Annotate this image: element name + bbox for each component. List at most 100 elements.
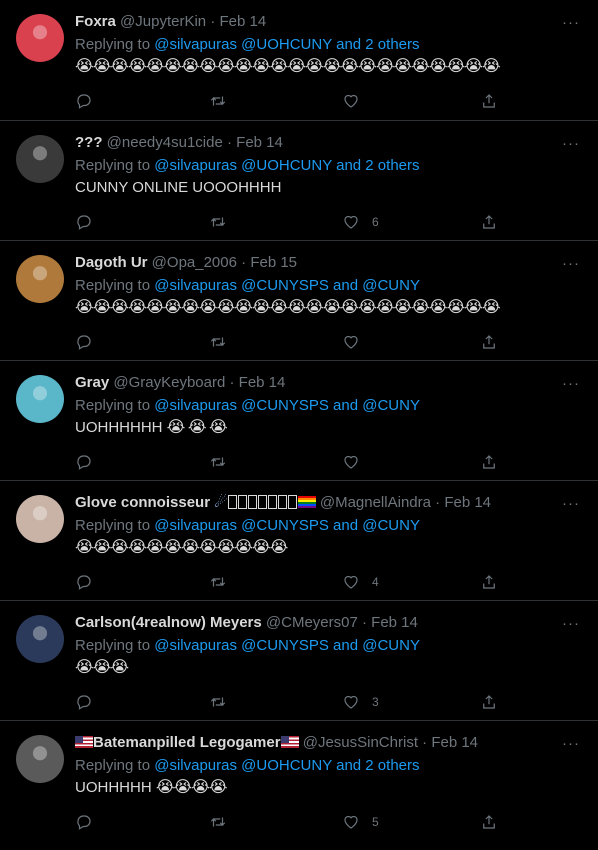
retweet-button[interactable] [209,332,239,352]
like-button[interactable]: 3 [342,692,379,712]
tweet[interactable]: Dagoth Ur @Opa_2006 · Feb 15 Replying to … [0,240,598,360]
tweet-date[interactable]: Feb 14 [236,134,283,151]
more-icon[interactable]: ··· [562,135,580,152]
share-icon [480,333,498,351]
more-icon[interactable]: ··· [562,14,580,31]
share-button[interactable] [480,812,498,832]
tweet-date[interactable]: Feb 14 [444,494,491,511]
us-flag-icon [280,736,299,748]
tweet-date[interactable]: Feb 14 [431,734,478,751]
tweet[interactable]: Carlson(4realnow) Meyers @CMeyers07 · Fe… [0,600,598,720]
reply-icon [75,92,93,110]
replying-to-label: Replying to [75,36,155,53]
reply-button[interactable] [75,452,105,472]
tweet-text: 😭😭😭 [75,657,584,679]
display-name[interactable]: Gray [75,374,109,391]
avatar[interactable] [16,255,64,303]
like-button[interactable]: 6 [342,212,379,232]
more-icon[interactable]: ··· [562,735,580,752]
display-name[interactable]: Dagoth Ur [75,254,148,271]
tweet[interactable]: Gray @GrayKeyboard · Feb 14 Replying to @… [0,360,598,480]
avatar[interactable] [16,14,64,62]
mention-links[interactable]: @silvapuras @UOHCUNY and 2 others [154,757,419,774]
share-button[interactable] [480,452,498,472]
share-button[interactable] [480,212,498,232]
mention-links[interactable]: @silvapuras @CUNYSPS and @CUNY [154,637,420,654]
reply-button[interactable] [75,692,105,712]
tweet[interactable]: Foxra @JupyterKin · Feb 14 Replying to @s… [0,0,598,120]
reply-button[interactable] [75,332,105,352]
like-button[interactable] [342,91,372,111]
display-name[interactable]: Carlson(4realnow) Meyers [75,614,262,631]
unknown-glyph-icon [247,495,257,509]
mention-links[interactable]: @silvapuras @CUNYSPS and @CUNY [154,277,420,294]
avatar[interactable] [16,375,64,423]
like-icon [342,333,360,351]
share-button[interactable] [480,692,498,712]
display-name[interactable]: Batemanpilled Legogamer [93,734,281,751]
reply-button[interactable] [75,812,105,832]
mention-links[interactable]: @silvapuras @CUNYSPS and @CUNY [154,517,420,534]
display-name[interactable]: Glove connoisseur [75,494,214,511]
unknown-glyph-icon [277,495,287,509]
reply-button[interactable] [75,91,105,111]
mention-links[interactable]: @silvapuras @CUNYSPS and @CUNY [154,397,420,414]
tweet-actions [75,332,503,352]
share-button[interactable] [480,91,498,111]
user-handle[interactable]: @GrayKeyboard [113,374,225,391]
user-handle[interactable]: @needy4su1cide [107,134,223,151]
retweet-button[interactable] [209,692,239,712]
more-icon[interactable]: ··· [562,375,580,392]
user-handle[interactable]: @CMeyers07 [266,614,358,631]
tweet-date[interactable]: Feb 14 [219,13,266,30]
display-name[interactable]: ??? [75,134,103,151]
tweet-text-content: CUNNY ONLINE UOOOHHHH [75,179,282,196]
like-icon [342,693,360,711]
avatar[interactable] [16,615,64,663]
tweet-header: Gray @GrayKeyboard · Feb 14 [75,373,584,393]
user-handle[interactable]: @Opa_2006 [152,254,237,271]
like-button[interactable] [342,332,372,352]
avatar[interactable] [16,735,64,783]
share-icon [480,453,498,471]
reply-icon [75,813,93,831]
tweet[interactable]: ??? @needy4su1cide · Feb 14 Replying to @… [0,120,598,240]
separator-dot: · [362,614,367,631]
share-button[interactable] [480,332,498,352]
avatar[interactable] [16,135,64,183]
share-icon [480,693,498,711]
retweet-button[interactable] [209,212,239,232]
tweet[interactable]: Batemanpilled Legogamer @JesusSinChrist … [0,720,598,840]
more-icon[interactable]: ··· [562,615,580,632]
tweet-date[interactable]: Feb 14 [239,374,286,391]
share-button[interactable] [480,572,498,592]
reply-icon [75,573,93,591]
avatar[interactable] [16,495,64,543]
retweet-icon [209,693,227,711]
user-handle[interactable]: @JesusSinChrist [303,734,418,751]
retweet-button[interactable] [209,572,239,592]
reply-button[interactable] [75,212,105,232]
reply-button[interactable] [75,572,105,592]
replying-to-label: Replying to [75,757,155,774]
user-handle[interactable]: @MagnellAindra [320,494,431,511]
mention-links[interactable]: @silvapuras @UOHCUNY and 2 others [154,157,419,174]
like-button[interactable] [342,452,372,472]
retweet-button[interactable] [209,91,239,111]
like-button[interactable]: 5 [342,812,379,832]
user-handle[interactable]: @JupyterKin [120,13,206,30]
more-icon[interactable]: ··· [562,255,580,272]
like-icon [342,573,360,591]
display-name[interactable]: Foxra [75,13,116,30]
tweet-date[interactable]: Feb 14 [371,614,418,631]
tweet[interactable]: Glove connoisseur ☄ @MagnellAindra · Feb… [0,480,598,600]
timeline: Foxra @JupyterKin · Feb 14 Replying to @s… [0,0,598,840]
more-icon[interactable]: ··· [562,495,580,512]
like-button[interactable]: 4 [342,572,379,592]
retweet-button[interactable] [209,812,239,832]
retweet-button[interactable] [209,452,239,472]
tweet-date[interactable]: Feb 15 [250,254,297,271]
separator-dot: · [210,13,216,30]
mention-links[interactable]: @silvapuras @UOHCUNY and 2 others [154,36,419,53]
replying-to-label: Replying to [75,157,155,174]
